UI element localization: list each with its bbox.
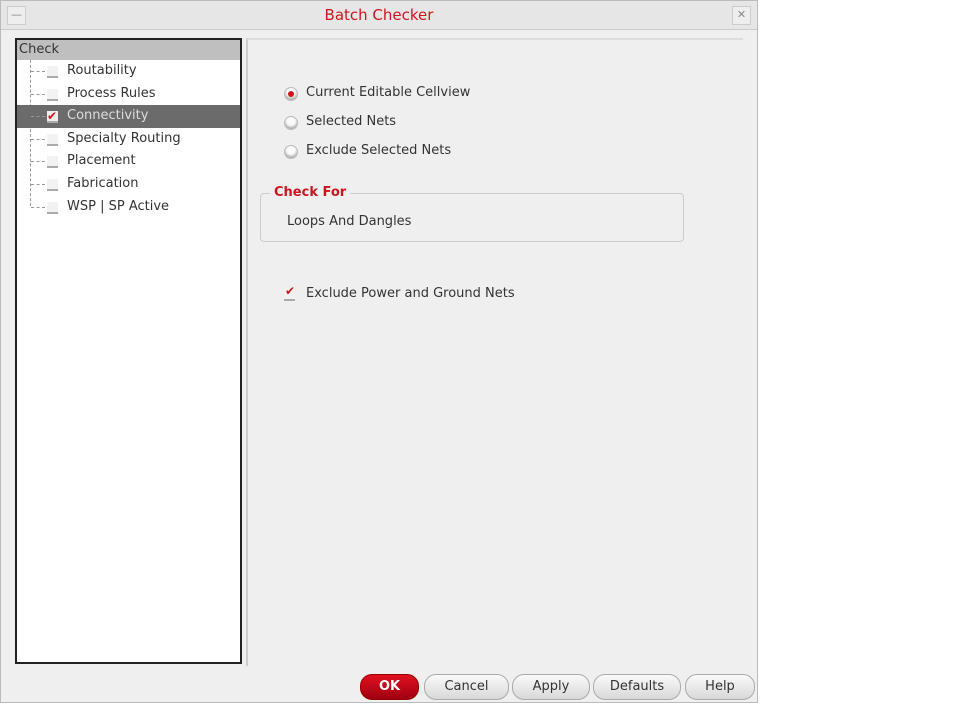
check-for-title: Check For (270, 185, 351, 200)
tree-header: Check (17, 40, 240, 60)
item-label: Connectivity (67, 108, 149, 124)
checkbox[interactable] (47, 66, 58, 78)
item-label: Specialty Routing (67, 130, 181, 146)
title-bar: — Batch Checker ✕ (1, 1, 757, 30)
exclude-pg-label[interactable]: Exclude Power and Ground Nets (306, 286, 515, 301)
tree-item-routability[interactable]: Routability (17, 60, 240, 83)
radio-label[interactable]: Current Editable Cellview (306, 85, 470, 100)
radio-label[interactable]: Selected Nets (306, 114, 396, 129)
checkbox[interactable] (47, 133, 58, 146)
tree-item-process-rules[interactable]: Process Rules (17, 83, 240, 106)
item-label: WSP | SP Active (67, 198, 170, 214)
checkmark-icon: ✔ (47, 109, 58, 124)
apply-button[interactable]: Apply (512, 674, 590, 700)
batch-checker-window: — Batch Checker ✕ Check Routability Proc… (0, 0, 758, 703)
close-icon[interactable]: ✕ (732, 6, 751, 25)
radio-label[interactable]: Exclude Selected Nets (306, 143, 451, 158)
item-label: Fabrication (67, 175, 139, 191)
tree-item-wsp-sp-active[interactable]: WSP | SP Active (17, 196, 240, 219)
check-tree: Check Routability Process Rules ✔ Connect… (15, 38, 242, 664)
radio-exclude-selected-nets[interactable] (284, 145, 298, 159)
checkmark-icon: ✔ (285, 284, 296, 298)
check-for-group: Loops And Dangles (260, 193, 684, 242)
help-button[interactable]: Help (685, 674, 755, 700)
tree-item-placement[interactable]: Placement (17, 150, 240, 173)
tree-item-connectivity[interactable]: ✔ Connectivity (17, 105, 240, 128)
window-title: Batch Checker (324, 6, 434, 24)
item-label: Routability (67, 63, 137, 78)
radio-current-editable-cellview[interactable] (284, 87, 298, 101)
item-label: Process Rules (67, 85, 156, 101)
checkbox[interactable] (47, 201, 58, 214)
checkbox[interactable] (47, 156, 58, 169)
ok-button[interactable]: OK (360, 674, 419, 700)
checkbox[interactable] (47, 178, 58, 191)
defaults-button[interactable]: Defaults (593, 674, 681, 700)
cancel-button[interactable]: Cancel (424, 674, 509, 700)
item-label: Placement (67, 153, 136, 169)
checkbox[interactable] (47, 88, 58, 101)
tree-item-specialty-routing[interactable]: Specialty Routing (17, 128, 240, 151)
check-for-value: Loops And Dangles (287, 214, 412, 229)
radio-selected-nets[interactable] (284, 116, 298, 130)
tree-item-fabrication[interactable]: Fabrication (17, 173, 240, 196)
options-panel: Current Editable Cellview Selected Nets … (246, 38, 743, 666)
